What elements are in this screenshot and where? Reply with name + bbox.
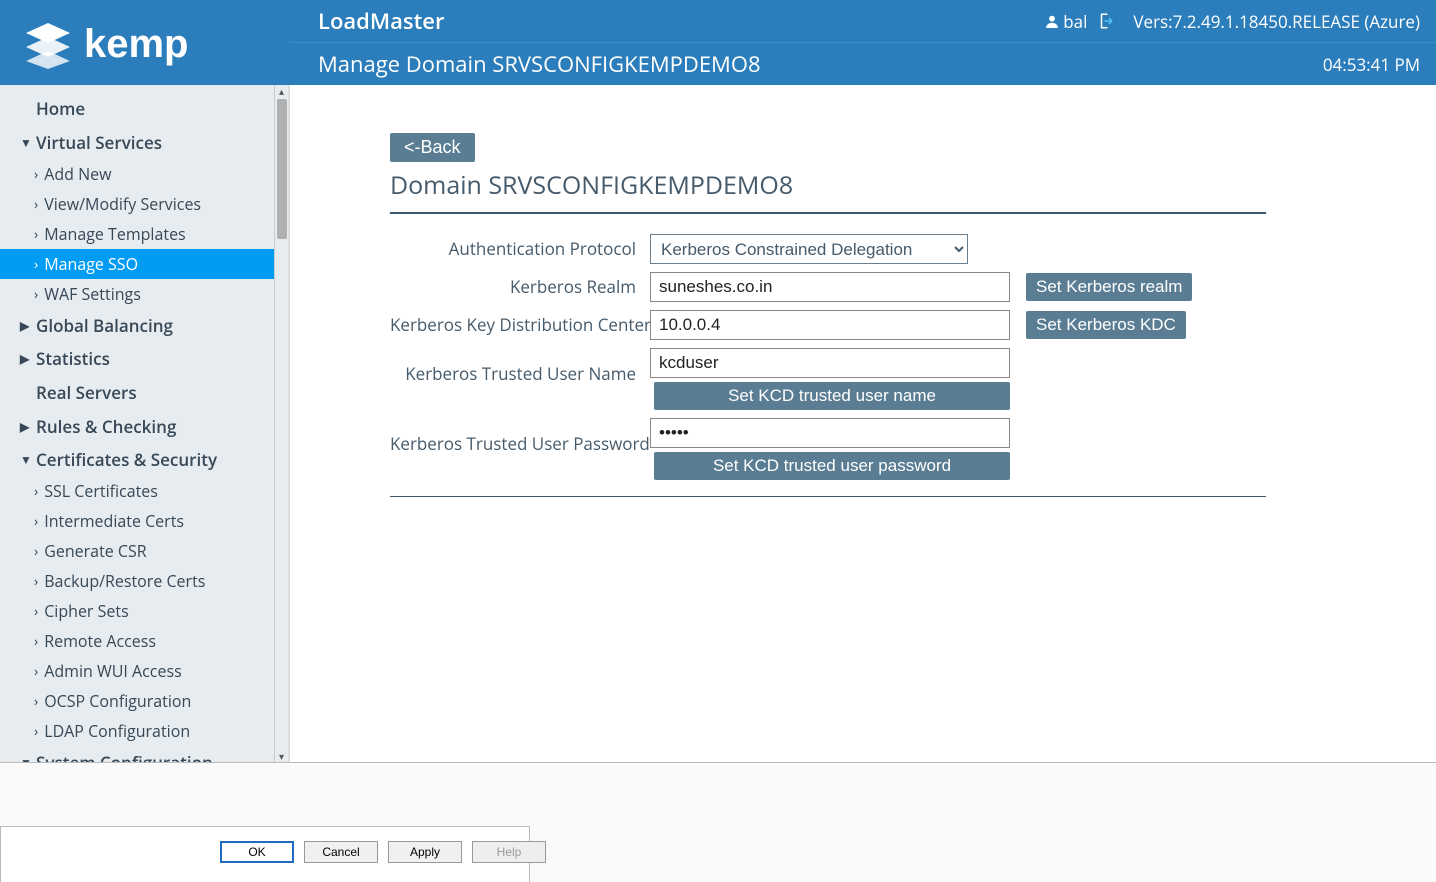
kemp-logo-icon: kemp	[18, 11, 258, 75]
sidebar-section-global-balancing[interactable]: ▶Global Balancing	[0, 309, 274, 342]
sidebar-item-ssl-certs[interactable]: SSL Certificates	[0, 476, 274, 506]
logout-icon[interactable]	[1097, 12, 1115, 30]
sidebar-item-manage-sso[interactable]: Manage SSO	[0, 249, 274, 279]
user-badge[interactable]: bal	[1045, 10, 1115, 33]
set-trusted-user-button[interactable]: Set KCD trusted user name	[654, 382, 1010, 410]
set-kdc-button[interactable]: Set Kerberos KDC	[1026, 311, 1186, 339]
label-kdc: Kerberos Key Distribution Center	[390, 310, 650, 336]
sidebar-section-virtual-services[interactable]: ▼Virtual Services	[0, 126, 274, 159]
version-label: Vers:7.2.49.1.18450.RELEASE (Azure)	[1133, 10, 1420, 33]
product-title: LoadMaster	[318, 6, 1045, 36]
sidebar-item-admin-wui[interactable]: Admin WUI Access	[0, 656, 274, 686]
back-button[interactable]: <-Back	[390, 133, 475, 162]
sidebar-item-view-modify[interactable]: View/Modify Services	[0, 189, 274, 219]
sidebar-item-ldap[interactable]: LDAP Configuration	[0, 716, 274, 746]
sidebar: Home ▼Virtual Services Add New View/Modi…	[0, 85, 290, 762]
sidebar-item-generate-csr[interactable]: Generate CSR	[0, 536, 274, 566]
dialog-buttons: OK Cancel Apply Help	[220, 838, 546, 866]
sidebar-section-system-config[interactable]: ▼System Configuration	[0, 746, 274, 762]
username: bal	[1063, 10, 1087, 33]
sidebar-home[interactable]: Home	[0, 91, 274, 126]
sidebar-scrollbar[interactable]: ▴ ▾	[274, 85, 288, 762]
domain-title: Domain SRVSCONFIGKEMPDEMO8	[390, 168, 1436, 202]
sidebar-item-add-new[interactable]: Add New	[0, 159, 274, 189]
sidebar-item-real-servers[interactable]: Real Servers	[0, 375, 274, 410]
set-trusted-pwd-button[interactable]: Set KCD trusted user password	[654, 452, 1010, 480]
svg-text:kemp: kemp	[84, 22, 189, 66]
label-trusted-pwd: Kerberos Trusted User Password	[390, 418, 650, 455]
ok-button[interactable]: OK	[220, 841, 294, 863]
auth-protocol-select[interactable]: Kerberos Constrained Delegation	[650, 234, 968, 264]
kdc-input[interactable]	[650, 310, 1010, 340]
page-subtitle: Manage Domain SRVSCONFIGKEMPDEMO8	[318, 49, 1323, 79]
sidebar-item-cipher-sets[interactable]: Cipher Sets	[0, 596, 274, 626]
trusted-user-input[interactable]	[650, 348, 1010, 378]
sidebar-item-remote-access[interactable]: Remote Access	[0, 626, 274, 656]
user-icon	[1045, 14, 1059, 28]
sidebar-section-rules-checking[interactable]: ▶Rules & Checking	[0, 410, 274, 443]
help-button[interactable]: Help	[472, 841, 546, 863]
sidebar-item-ocsp[interactable]: OCSP Configuration	[0, 686, 274, 716]
divider	[390, 212, 1266, 214]
sidebar-item-backup-restore[interactable]: Backup/Restore Certs	[0, 566, 274, 596]
label-realm: Kerberos Realm	[390, 272, 650, 298]
logo: kemp	[0, 0, 290, 85]
apply-button[interactable]: Apply	[388, 841, 462, 863]
header: kemp LoadMaster bal Vers:7.2.49.1.18450.…	[0, 0, 1436, 85]
set-realm-button[interactable]: Set Kerberos realm	[1026, 273, 1192, 301]
sidebar-item-waf-settings[interactable]: WAF Settings	[0, 279, 274, 309]
sidebar-item-intermediate-certs[interactable]: Intermediate Certs	[0, 506, 274, 536]
realm-input[interactable]	[650, 272, 1010, 302]
main: Home ▼Virtual Services Add New View/Modi…	[0, 85, 1436, 762]
label-trusted-user: Kerberos Trusted User Name	[390, 348, 650, 385]
sidebar-item-manage-templates[interactable]: Manage Templates	[0, 219, 274, 249]
divider-bottom	[390, 496, 1266, 497]
trusted-pwd-input[interactable]	[650, 418, 1010, 448]
scrollbar-thumb[interactable]	[277, 99, 287, 239]
sidebar-section-certificates[interactable]: ▼Certificates & Security	[0, 443, 274, 476]
label-auth-protocol: Authentication Protocol	[390, 234, 650, 260]
content: <-Back Domain SRVSCONFIGKEMPDEMO8 Authen…	[290, 85, 1436, 762]
clock: 04:53:41 PM	[1323, 53, 1420, 76]
bottom-bar: OK Cancel Apply Help	[0, 762, 1436, 882]
sidebar-section-statistics[interactable]: ▶Statistics	[0, 342, 274, 375]
cancel-button[interactable]: Cancel	[304, 841, 378, 863]
